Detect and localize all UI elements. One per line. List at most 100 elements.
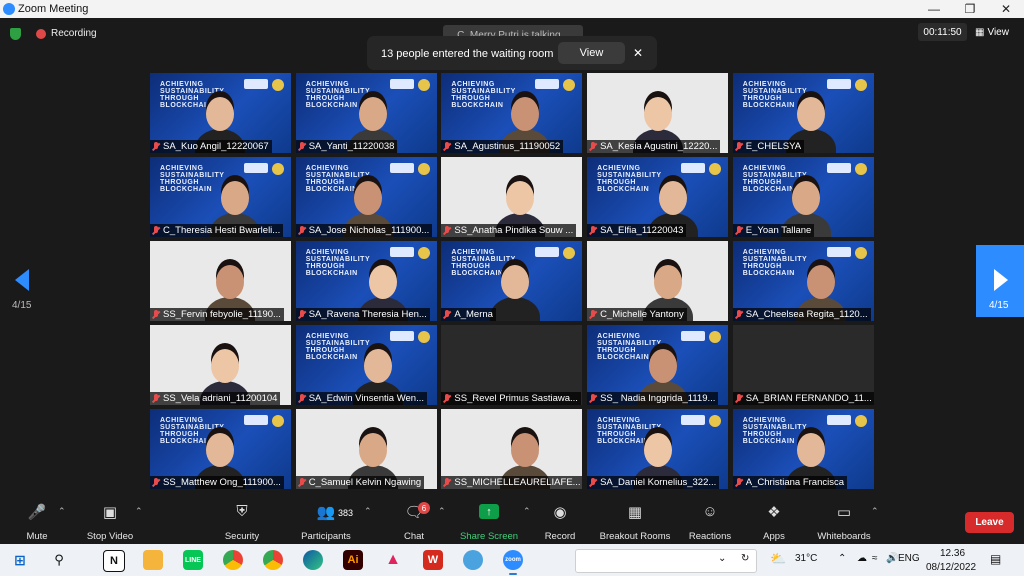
security-label: Security xyxy=(224,531,260,542)
search-icon[interactable]: ⚲ xyxy=(49,550,69,570)
video-options-icon[interactable]: ⌃ xyxy=(135,506,143,517)
share-screen-label: Share Screen xyxy=(459,531,519,542)
participant-tile[interactable]: ACHIEVING SUSTAINABILITY THROUGH BLOCKCHAIN… xyxy=(732,73,874,153)
whiteboards-options-icon[interactable]: ⌃ xyxy=(871,506,879,517)
participant-tile[interactable]: ACHIEVING SUSTAINABILITY THROUGH BLOCKCHAIN… xyxy=(441,241,583,321)
participant-name-tag: C_Samuel Kelvin Ngawing xyxy=(295,476,425,489)
participant-avatar xyxy=(806,265,835,299)
participant-tile[interactable]: ACHIEVING SUSTAINABILITY THROUGH BLOCKCHAIN… xyxy=(295,325,437,405)
tray-chevron-icon[interactable]: ⌃ xyxy=(838,553,846,564)
participant-tile[interactable]: SS_Anatha Pindika Souw ... xyxy=(441,157,583,237)
participant-tile[interactable]: SS_Fervin febyolie_11190... xyxy=(150,241,291,321)
ubm-logo-icon xyxy=(681,331,706,341)
ubm-logo-icon xyxy=(535,79,560,89)
line-app-icon[interactable]: LINE xyxy=(183,550,203,570)
next-page-button[interactable]: 4/15 xyxy=(976,245,1024,317)
clock-time[interactable]: 12.36 xyxy=(940,548,965,559)
participant-name-tag: SS_Revel Primus Sastiawa... xyxy=(441,392,581,405)
waiting-room-view-button[interactable]: View xyxy=(558,42,625,64)
close-notice-icon[interactable]: ✕ xyxy=(633,46,643,60)
security-shield-icon[interactable] xyxy=(10,28,21,40)
participant-avatar xyxy=(221,181,249,215)
record-button[interactable]: ◉ Record xyxy=(542,502,578,543)
file-explorer-icon[interactable] xyxy=(143,550,163,570)
banner-line: SUSTAINABILITY xyxy=(742,256,808,263)
globe-app-icon[interactable] xyxy=(463,550,483,570)
participant-tile[interactable]: ACHIEVING SUSTAINABILITY THROUGH BLOCKCHAIN… xyxy=(295,241,437,321)
breakout-rooms-button[interactable]: ▦ Breakout Rooms xyxy=(596,502,674,543)
mute-options-icon[interactable]: ⌃ xyxy=(58,506,66,517)
cloud-icon[interactable]: ☁ xyxy=(857,553,867,564)
participant-name: SS_Fervin febyolie_11190... xyxy=(163,309,281,320)
mute-button[interactable]: 🎤 Mute xyxy=(22,502,52,543)
muted-mic-icon xyxy=(443,478,451,487)
wifi-icon[interactable]: ≈ xyxy=(872,553,878,564)
chrome-profile-icon[interactable] xyxy=(263,550,283,570)
stop-video-button[interactable]: ▣ Stop Video xyxy=(84,502,136,543)
notifications-icon[interactable]: ▤ xyxy=(990,552,1001,566)
participant-tile[interactable]: SA_Kesia Agustini_12220... xyxy=(587,73,729,153)
participant-tile[interactable]: ACHIEVING SUSTAINABILITY THROUGH BLOCKCHAIN… xyxy=(150,73,291,153)
refresh-icon[interactable]: ↻ xyxy=(741,553,749,564)
wps-icon[interactable]: W xyxy=(423,550,443,570)
weather-icon[interactable]: ⛅ xyxy=(770,551,786,567)
view-button[interactable]: ▦ View xyxy=(975,23,1017,41)
banner-line: ACHIEVING xyxy=(305,333,350,340)
windows-start-icon[interactable]: ⊞ xyxy=(10,550,30,570)
participant-tile[interactable]: ACHIEVING SUSTAINABILITY THROUGH BLOCKCHAIN… xyxy=(441,73,583,153)
participant-tile[interactable]: ACHIEVING SUSTAINABILITY THROUGH BLOCKCHAIN… xyxy=(587,409,729,489)
banner-line: SUSTAINABILITY xyxy=(305,172,371,179)
participant-name: SA_Edwin Vinsentia Wen... xyxy=(308,393,424,404)
participant-tile[interactable]: SS_Vela adriani_11200104 xyxy=(150,325,291,405)
muted-mic-icon xyxy=(443,142,451,151)
participant-tile[interactable]: ACHIEVING SUSTAINABILITY THROUGH BLOCKCHAIN… xyxy=(295,73,437,153)
clock-date[interactable]: 08/12/2022 xyxy=(926,562,976,573)
participant-tile[interactable]: SA_BRIAN FERNANDO_11... xyxy=(732,325,874,405)
participant-tile[interactable]: ACHIEVING SUSTAINABILITY THROUGH BLOCKCHAIN… xyxy=(732,409,874,489)
participant-tile[interactable]: ACHIEVING SUSTAINABILITY THROUGH BLOCKCHAIN… xyxy=(150,409,291,489)
volume-icon[interactable]: 🔊 xyxy=(886,553,898,564)
illustrator-icon[interactable]: Ai xyxy=(343,550,363,570)
participant-tile[interactable]: ACHIEVING SUSTAINABILITY THROUGH BLOCKCHAIN… xyxy=(587,157,729,237)
address-dropdown-icon[interactable]: ⌄ xyxy=(718,553,726,564)
participant-tile[interactable]: C_Michelle Yantony xyxy=(587,241,729,321)
chat-options-icon[interactable]: ⌃ xyxy=(438,506,446,517)
ubm-logo-icon xyxy=(826,415,851,425)
leave-button[interactable]: Leave xyxy=(965,512,1014,533)
edge-icon[interactable] xyxy=(303,550,323,570)
apps-button[interactable]: ❖ Apps xyxy=(759,502,789,543)
participant-tile[interactable]: ACHIEVING SUSTAINABILITY THROUGH BLOCKCHAIN… xyxy=(150,157,291,237)
weather-temp[interactable]: 31°C xyxy=(795,553,817,564)
participant-tile[interactable]: ACHIEVING SUSTAINABILITY THROUGH BLOCKCHAIN… xyxy=(587,325,729,405)
participants-options-icon[interactable]: ⌃ xyxy=(364,506,372,517)
chrome-icon[interactable] xyxy=(223,550,243,570)
participant-tile[interactable]: ACHIEVING SUSTAINABILITY THROUGH BLOCKCHAIN… xyxy=(732,241,874,321)
notion-app-icon[interactable]: N xyxy=(103,550,125,572)
apps-icon: ❖ xyxy=(767,503,781,521)
share-screen-button[interactable]: ↑ Share Screen xyxy=(458,502,520,542)
participant-avatar xyxy=(796,433,825,467)
participant-tile[interactable]: SS_Revel Primus Sastiawa... xyxy=(441,325,583,405)
recording-indicator[interactable]: Recording xyxy=(36,28,97,39)
input-language[interactable]: ENG xyxy=(898,553,920,564)
participant-tile[interactable]: C_Samuel Kelvin Ngawing xyxy=(295,409,437,489)
participant-name: SS_Matthew Ong_111900... xyxy=(163,477,281,488)
zoom-taskbar-icon[interactable]: zoom xyxy=(503,550,523,575)
participant-name: SS_Vela adriani_11200104 xyxy=(163,393,278,404)
security-button[interactable]: ⛨ Security xyxy=(222,502,262,542)
share-options-icon[interactable]: ⌃ xyxy=(523,506,531,517)
minimize-icon[interactable]: — xyxy=(916,0,952,18)
participant-tile[interactable]: ACHIEVING SUSTAINABILITY THROUGH BLOCKCHAIN… xyxy=(732,157,874,237)
reactions-button[interactable]: ☺ Reactions xyxy=(686,502,734,542)
address-toolbar-input[interactable] xyxy=(575,549,757,573)
webinar-banner-text: ACHIEVING SUSTAINABILITY THROUGH BLOCKCHAIN xyxy=(160,165,224,193)
ubm-logo-icon xyxy=(244,163,268,173)
affinity-icon[interactable]: ▲ xyxy=(383,550,403,570)
muted-mic-icon xyxy=(298,394,306,403)
whiteboards-button[interactable]: ▭ Whiteboards xyxy=(814,502,874,543)
close-icon[interactable]: ✕ xyxy=(988,0,1024,18)
participant-tile[interactable]: ACHIEVING SUSTAINABILITY THROUGH BLOCKCHAIN… xyxy=(295,157,437,237)
maximize-icon[interactable]: ❐ xyxy=(952,0,988,18)
participant-tile[interactable]: SS_MICHELLEAURELIAFE... xyxy=(441,409,583,489)
previous-page-button[interactable]: 4/15 xyxy=(0,245,45,315)
